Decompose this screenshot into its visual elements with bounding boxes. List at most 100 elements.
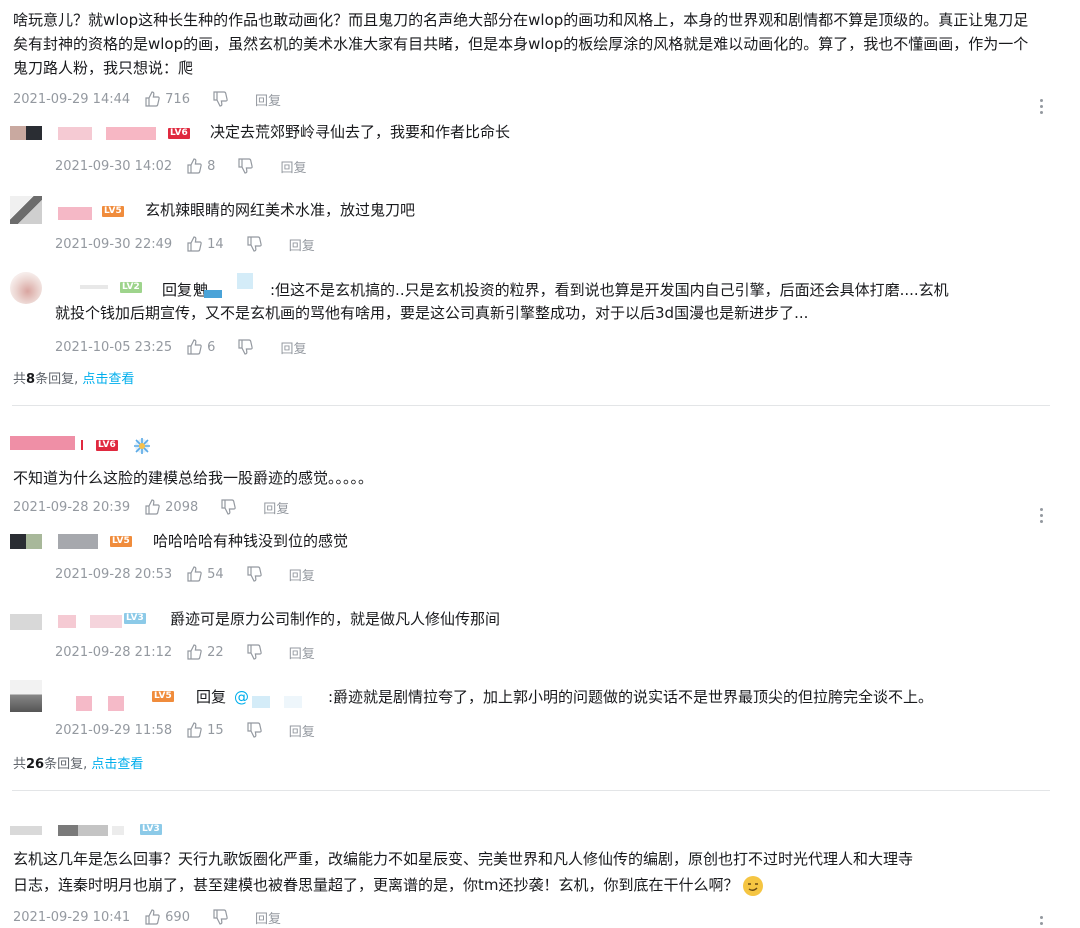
- like-count: 8: [207, 158, 216, 174]
- thumbs-down-icon: [247, 644, 262, 660]
- level-badge: LV3: [124, 613, 146, 624]
- like-button[interactable]: 14: [186, 236, 224, 252]
- thumbs-up-icon: [187, 236, 202, 252]
- dislike-button[interactable]: [246, 722, 267, 738]
- reply-to-name[interactable]: [204, 290, 222, 298]
- reply-prefix: 回复: [196, 688, 227, 706]
- divider: [12, 790, 1050, 791]
- reply-button[interactable]: 回复: [289, 235, 315, 254]
- like-button[interactable]: 716: [144, 91, 190, 107]
- username[interactable]: [10, 436, 75, 450]
- like-button[interactable]: 690: [144, 909, 190, 925]
- username[interactable]: [112, 826, 124, 835]
- reply-button[interactable]: 回复: [255, 908, 281, 927]
- dislike-button[interactable]: [237, 339, 258, 355]
- avatar[interactable]: [10, 534, 26, 549]
- thumbs-down-icon: [247, 236, 262, 252]
- username[interactable]: [58, 534, 98, 549]
- avatar[interactable]: [10, 196, 42, 224]
- reply-text: :爵迹就是剧情拉夸了，加上郭小明的问题做的说实话不是世界最顶尖的但拉胯完全谈不上…: [328, 688, 934, 706]
- thumbs-down-icon: [213, 91, 228, 107]
- like-count: 2098: [165, 499, 199, 515]
- dislike-button[interactable]: [246, 644, 267, 660]
- username[interactable]: [80, 285, 108, 289]
- username[interactable]: [81, 440, 83, 450]
- dislike-button[interactable]: [246, 236, 267, 252]
- reply-time: 2021-09-30 14:02: [55, 158, 173, 174]
- dislike-button[interactable]: [212, 909, 233, 925]
- like-button[interactable]: 8: [186, 158, 215, 174]
- reply-button[interactable]: 回复: [280, 338, 306, 357]
- comment-text: 啥玩意儿？就wlop这种长生种的作品也敢动画化？而且鬼刀的名声绝大部分在wlop…: [13, 11, 1029, 77]
- reply-count: 26: [26, 757, 45, 772]
- reply-button[interactable]: 回复: [289, 643, 315, 662]
- reply-count: 8: [26, 372, 36, 387]
- reply-meta: 2021-10-05 23:25 6 回复: [55, 337, 306, 357]
- like-count: 14: [207, 236, 224, 252]
- username[interactable]: [76, 696, 92, 711]
- avatar[interactable]: [26, 534, 42, 549]
- mention-link[interactable]: [252, 696, 270, 708]
- reply-meta: 2021-09-30 22:49 14 回复: [55, 234, 315, 254]
- username[interactable]: [58, 615, 76, 628]
- reply-meta: 2021-09-28 20:53 54 回复: [55, 564, 315, 584]
- thumbs-up-icon: [187, 566, 202, 582]
- dislike-button[interactable]: [246, 566, 267, 582]
- dislike-button[interactable]: [212, 91, 233, 107]
- reply-time: 2021-09-30 22:49: [55, 236, 173, 252]
- thumbs-up-icon: [187, 158, 202, 174]
- reply-button[interactable]: 回复: [289, 565, 315, 584]
- level-badge: LV5: [110, 536, 132, 547]
- comment-text: 玄机这几年是怎么回事？天行九歌饭圈化严重，改编能力不如星辰变、完美世界和凡人修仙…: [13, 850, 914, 868]
- avatar[interactable]: [10, 614, 42, 630]
- view-replies-link[interactable]: 点击查看: [82, 372, 134, 387]
- username[interactable]: [106, 127, 156, 140]
- like-button[interactable]: 2098: [144, 499, 198, 515]
- avatar[interactable]: [26, 126, 42, 140]
- like-count: 716: [165, 91, 190, 107]
- view-replies-link[interactable]: 点击查看: [91, 757, 143, 772]
- thumbs-down-icon: [213, 909, 228, 925]
- like-count: 22: [207, 644, 224, 660]
- avatar[interactable]: [10, 272, 42, 304]
- like-button[interactable]: 6: [186, 339, 215, 355]
- like-button[interactable]: 54: [186, 566, 224, 582]
- reply-button[interactable]: 回复: [263, 498, 289, 517]
- more-options-icon[interactable]: [1040, 99, 1044, 117]
- dislike-button[interactable]: [220, 499, 241, 515]
- like-count: 54: [207, 566, 224, 582]
- thumbs-down-icon: [221, 499, 236, 515]
- comment-meta: 2021-09-28 20:39 2098 回复: [13, 497, 289, 517]
- mention-link[interactable]: [284, 696, 302, 708]
- comment-time: 2021-09-29 14:44: [13, 91, 131, 107]
- more-options-icon[interactable]: [1040, 916, 1044, 928]
- avatar[interactable]: [10, 126, 26, 140]
- like-count: 690: [165, 909, 190, 925]
- reply-meta: 2021-09-29 11:58 15 回复: [55, 720, 315, 740]
- reply-button[interactable]: 回复: [255, 90, 281, 109]
- level-badge: LV6: [96, 440, 118, 451]
- username[interactable]: [58, 127, 92, 140]
- like-button[interactable]: 22: [186, 644, 224, 660]
- avatar[interactable]: [10, 680, 42, 712]
- username[interactable]: [10, 826, 42, 835]
- level-badge: LV5: [102, 206, 124, 217]
- more-options-icon[interactable]: [1040, 508, 1044, 526]
- reply-meta: 2021-09-30 14:02 8 回复: [55, 156, 306, 176]
- reply-to-name[interactable]: [237, 273, 253, 289]
- username[interactable]: [90, 615, 122, 628]
- dislike-button[interactable]: [237, 158, 258, 174]
- thumbs-down-icon: [238, 339, 254, 355]
- thumbs-up-icon: [145, 91, 160, 107]
- mention-link[interactable]: @: [234, 685, 249, 709]
- username[interactable]: [58, 825, 108, 836]
- smirk-emoji-icon: [743, 875, 764, 896]
- username[interactable]: [58, 207, 92, 220]
- username[interactable]: [108, 696, 124, 711]
- reply-time: 2021-09-28 21:12: [55, 644, 173, 660]
- reply-button[interactable]: 回复: [289, 721, 315, 740]
- comment-meta: 2021-09-29 10:41 690 回复: [13, 907, 281, 927]
- reply-button[interactable]: 回复: [280, 157, 306, 176]
- thumbs-up-icon: [187, 644, 202, 660]
- like-button[interactable]: 15: [186, 722, 224, 738]
